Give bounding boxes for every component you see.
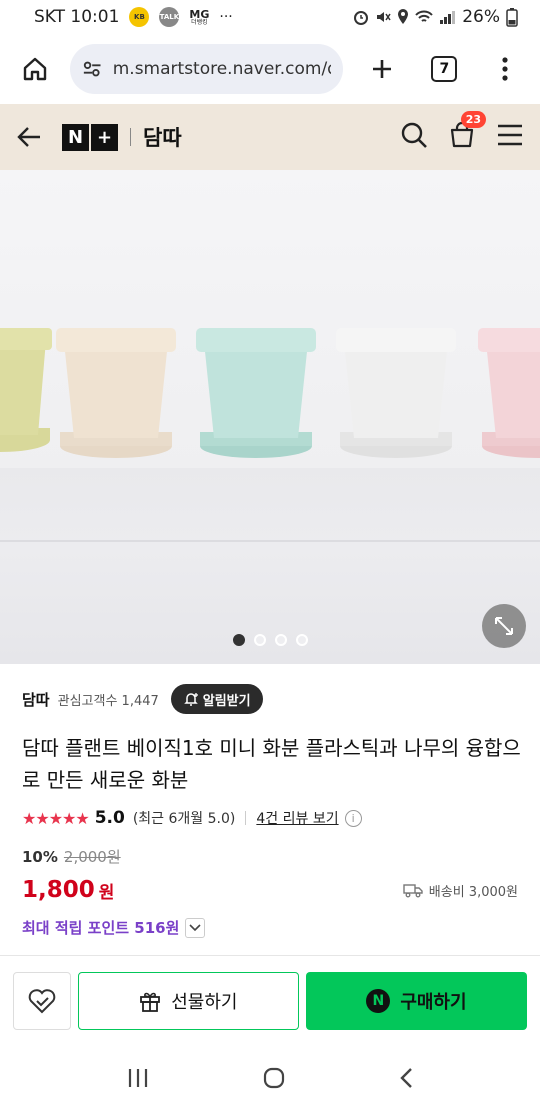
info-icon[interactable]: i (344, 809, 362, 827)
carrier-time: SKT 10:01 (34, 7, 120, 27)
sale-price: 1,800 (22, 877, 95, 903)
hamburger-menu-icon (498, 124, 522, 146)
rating-stars: ★★★★★ (22, 808, 90, 828)
image-shelf-edge (0, 540, 540, 542)
max-points: 최대 적립 포인트 516원 (22, 919, 180, 937)
notify-button[interactable]: 알림받기 (170, 684, 263, 714)
truck-icon (403, 884, 423, 898)
naver-plus-logo[interactable]: N + (62, 123, 118, 151)
naver-pay-icon: N (366, 988, 391, 1013)
back-chevron-icon (400, 1068, 412, 1088)
back-nav-button[interactable] (398, 1066, 414, 1094)
cart-button[interactable]: 23 (448, 111, 486, 153)
points-expand-button[interactable] (185, 917, 206, 938)
mute-icon (377, 12, 391, 22)
browser-menu-button[interactable] (484, 47, 526, 91)
pot-mint-image (196, 328, 316, 458)
kakaotalk-icon: TALK (159, 7, 180, 27)
logo-n: N (62, 123, 89, 151)
home-nav-button[interactable] (262, 1066, 286, 1094)
buy-button[interactable]: N 구매하기 (305, 971, 527, 1030)
signal-icon (440, 11, 456, 24)
home-circle-icon (263, 1067, 285, 1089)
recent-apps-button[interactable] (126, 1067, 150, 1093)
product-image-carousel[interactable] (0, 170, 540, 664)
plus-icon (373, 60, 392, 78)
menu-button[interactable] (496, 123, 524, 151)
back-arrow-icon (17, 127, 40, 147)
gift-icon (140, 992, 161, 1012)
product-info: 담따 관심고객수 1,447 알림받기 담따 플랜트 베이직1호 미니 화분 플… (0, 664, 540, 938)
pot-pink-image (478, 328, 540, 458)
rating-score: 5.0 (94, 808, 125, 828)
address-bar[interactable]: m.smartstore.naver.com/da (70, 44, 343, 94)
carousel-dot[interactable] (274, 634, 287, 646)
carousel-indicator (0, 634, 540, 646)
seller-name[interactable]: 담따 (22, 689, 50, 710)
logo-plus: + (91, 123, 118, 151)
browser-toolbar: m.smartstore.naver.com/da 7 (0, 34, 540, 104)
mg-app-sublabel: 더뱅킹 (191, 18, 208, 26)
gift-button[interactable]: 선물하기 (77, 971, 299, 1030)
mg-app-label: MG (189, 7, 210, 21)
pot-white-image (336, 328, 456, 458)
recent-apps-icon (128, 1069, 148, 1087)
tab-switcher-button[interactable]: 7 (423, 47, 465, 91)
product-title: 담따 플랜트 베이직1호 미니 화분 플라스틱과 나무의 융합으로 만든 새로운… (22, 736, 521, 792)
carousel-dot[interactable] (253, 634, 266, 646)
shipping-fee: 배송비 3,000원 (403, 881, 518, 900)
gift-label: 선물하기 (171, 991, 238, 1013)
more-notifications-icon: ··· (219, 9, 233, 25)
location-icon (398, 9, 409, 24)
fullscreen-button[interactable] (482, 604, 526, 648)
purchase-bar: 선물하기 N 구매하기 (0, 955, 540, 1045)
system-nav-bar (0, 1050, 540, 1110)
back-button[interactable] (16, 125, 42, 149)
store-name[interactable]: 담따 (143, 122, 182, 152)
shipping-label: 배송비 3,000원 (428, 884, 518, 900)
pot-beige-image (56, 328, 176, 458)
heart-check-icon (28, 988, 56, 1013)
more-vertical-icon (502, 57, 508, 81)
carousel-dot[interactable] (232, 634, 245, 646)
site-settings-icon (84, 61, 101, 77)
cart-count-badge: 23 (460, 111, 486, 128)
mg-app-icon: MG 더뱅킹 (189, 9, 209, 26)
carousel-dot[interactable] (295, 634, 308, 646)
battery-percent: 26% (462, 7, 500, 27)
new-tab-button[interactable] (361, 47, 403, 91)
battery-icon (506, 8, 518, 27)
home-button[interactable] (14, 47, 56, 91)
divider (130, 128, 131, 146)
store-header: N + 담따 23 (0, 104, 540, 170)
divider (245, 811, 247, 825)
chevron-down-icon (189, 923, 201, 931)
url-text: m.smartstore.naver.com/da (112, 59, 331, 79)
original-price: 2,000원 (63, 848, 121, 866)
expand-icon (495, 617, 513, 635)
buy-label: 구매하기 (400, 991, 467, 1013)
review-link[interactable]: 4건 리뷰 보기 (256, 808, 338, 828)
currency-unit: 원 (98, 882, 115, 903)
alarm-icon (354, 11, 369, 25)
notify-label: 알림받기 (202, 693, 251, 709)
discount-rate: 10% (22, 848, 58, 866)
wifi-icon (415, 10, 433, 22)
home-icon (23, 57, 47, 81)
search-button[interactable] (400, 121, 428, 153)
recent-rating: (최근 6개월 5.0) (132, 811, 236, 827)
wishlist-button[interactable] (13, 971, 71, 1030)
follower-count: 관심고객수 1,447 (57, 693, 159, 709)
kb-app-icon: KB (129, 7, 150, 27)
tab-count: 7 (431, 56, 458, 82)
status-bar: SKT 10:01 KB TALK MG 더뱅킹 ··· 26% (0, 0, 540, 34)
status-icons (352, 8, 456, 26)
bell-plus-icon (183, 693, 198, 706)
search-icon (401, 122, 427, 148)
